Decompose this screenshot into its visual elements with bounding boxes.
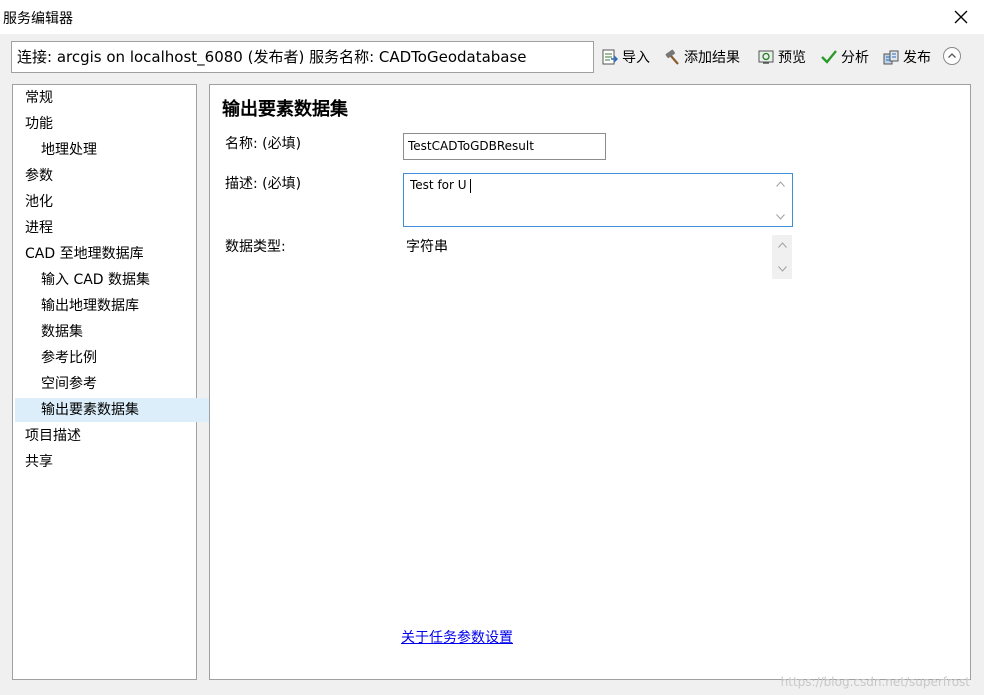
description-text: Test for U (410, 178, 467, 192)
sidebar-item-reference-scale[interactable]: 参考比例 (15, 346, 220, 370)
import-icon (602, 49, 618, 65)
watermark: https://blog.csdn.net/superfrost (780, 675, 970, 689)
sidebar-item-pooling[interactable]: 池化 (15, 190, 204, 214)
chevron-up-icon (776, 180, 785, 187)
main-panel: 输出要素数据集 名称: (必填) TestCADToGDBResult 描述: … (209, 84, 971, 680)
sidebar-item-item-description[interactable]: 项目描述 (15, 424, 204, 448)
description-scrollbar[interactable] (772, 175, 789, 225)
close-icon (954, 10, 968, 24)
description-label: 描述: (必填) (225, 176, 302, 192)
sidebar-item-dataset[interactable]: 数据集 (15, 320, 220, 344)
name-label: 名称: (必填) (225, 136, 302, 152)
analyze-label: 分析 (841, 50, 869, 66)
sidebar-item-general[interactable]: 常规 (15, 86, 204, 110)
publish-button[interactable]: 发布 (882, 46, 931, 68)
hammer-icon (665, 49, 679, 65)
sidebar-item-capabilities[interactable]: 功能 (15, 112, 204, 136)
title-bar: 服务编辑器 (0, 0, 984, 34)
description-field[interactable]: Test for U (403, 173, 793, 227)
chevron-down-icon (776, 213, 785, 220)
analyze-button[interactable]: 分析 (820, 46, 869, 68)
preview-icon (758, 50, 774, 64)
close-button[interactable] (938, 0, 984, 34)
preview-label: 预览 (778, 50, 806, 66)
chevron-up-icon (777, 242, 787, 248)
chevron-up-icon (948, 53, 956, 58)
import-button[interactable]: 导入 (601, 46, 650, 68)
sidebar-item-processes[interactable]: 进程 (15, 216, 204, 240)
add-result-button[interactable]: 添加结果 (663, 46, 740, 68)
page-title: 输出要素数据集 (222, 99, 348, 120)
window-edge (978, 84, 984, 680)
name-field[interactable]: TestCADToGDBResult (403, 133, 606, 160)
preview-button[interactable]: 预览 (757, 46, 806, 68)
datatype-label: 数据类型: (225, 239, 286, 255)
collapse-toolbar-button[interactable] (943, 47, 961, 65)
scroll-down-arrow[interactable] (772, 259, 792, 279)
text-cursor (469, 178, 471, 193)
scroll-down-arrow[interactable] (772, 208, 789, 225)
sidebar-item-spatial-reference[interactable]: 空间参考 (15, 372, 220, 396)
publish-icon (883, 50, 899, 65)
datatype-scrollbar[interactable] (772, 235, 792, 279)
service-editor-window: 服务编辑器 连接: arcgis on localhost_6080 (发布者)… (0, 0, 984, 695)
scroll-up-arrow[interactable] (772, 175, 789, 192)
add-result-label: 添加结果 (684, 50, 740, 66)
sidebar-nav: 常规 功能 地理处理 参数 池化 进程 CAD 至地理数据库 输入 CAD 数据… (12, 84, 220, 680)
sidebar-item-output-feature-dataset[interactable]: 输出要素数据集 (15, 398, 220, 422)
sidebar-item-sharing[interactable]: 共享 (15, 450, 204, 474)
chevron-down-icon (777, 266, 787, 272)
checkmark-icon (821, 50, 837, 64)
sidebar-item-cad-to-geodatabase[interactable]: CAD 至地理数据库 (15, 242, 204, 266)
publish-label: 发布 (903, 50, 931, 66)
sidebar-item-geoprocessing[interactable]: 地理处理 (15, 138, 220, 162)
connection-info-field: 连接: arcgis on localhost_6080 (发布者) 服务名称:… (11, 41, 594, 73)
scroll-up-arrow[interactable] (772, 235, 792, 255)
task-parameter-help-link[interactable]: 关于任务参数设置 (401, 627, 513, 647)
sidebar-item-input-cad-datasets[interactable]: 输入 CAD 数据集 (15, 268, 220, 292)
import-label: 导入 (622, 50, 650, 66)
sidebar-item-output-geodatabase[interactable]: 输出地理数据库 (15, 294, 220, 318)
datatype-value: 字符串 (406, 239, 448, 255)
sidebar-item-parameters[interactable]: 参数 (15, 164, 204, 188)
window-title: 服务编辑器 (3, 11, 73, 27)
